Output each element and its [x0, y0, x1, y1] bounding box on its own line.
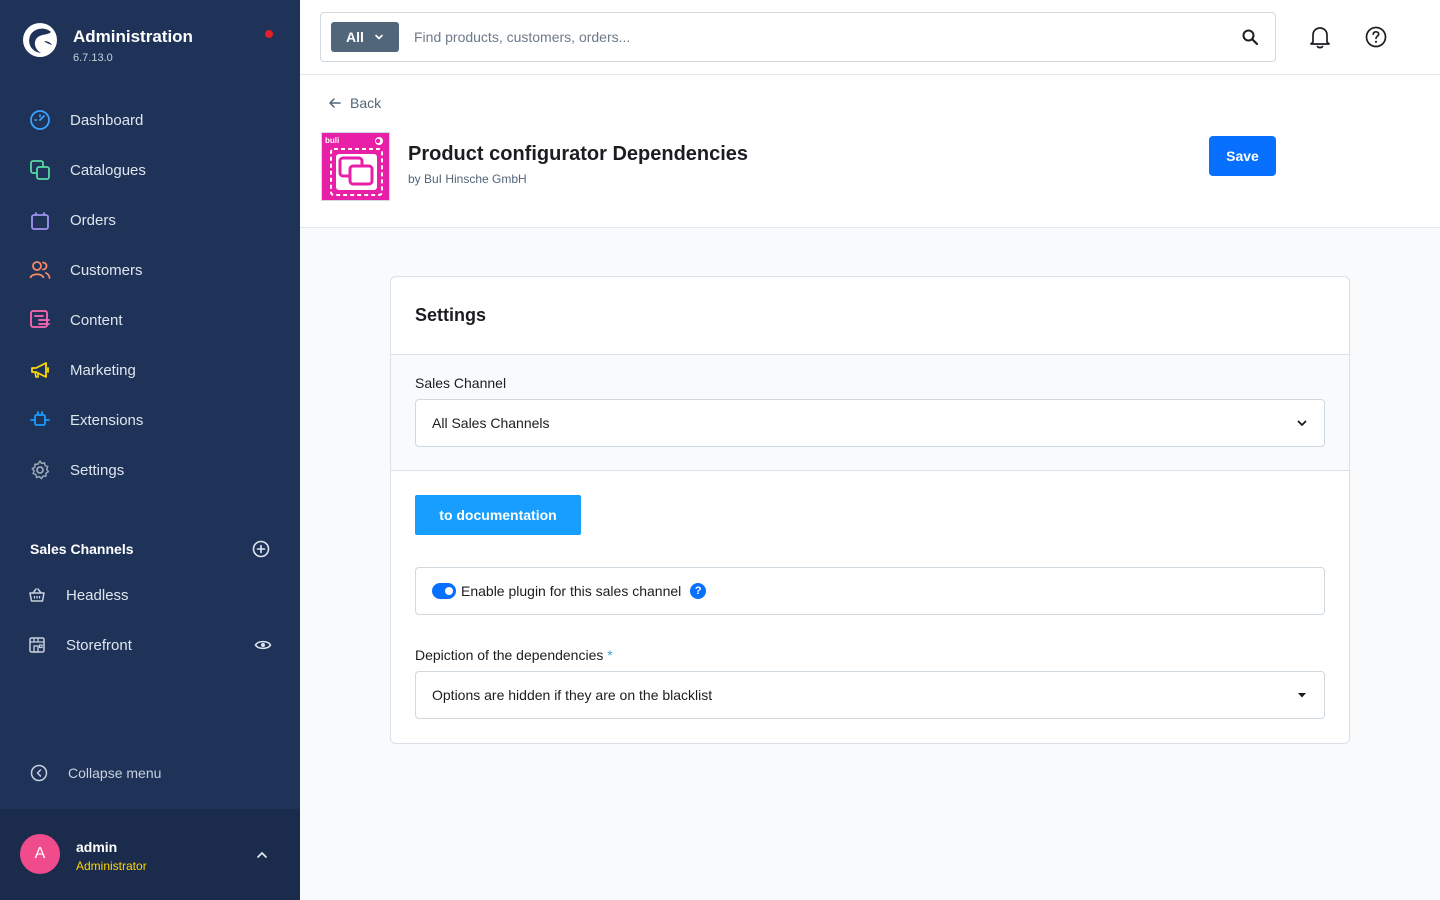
sidebar: Administration 6.7.13.0 Dashboard Catalo…	[0, 0, 300, 900]
toggle-knob	[445, 587, 453, 595]
dashboard-icon	[28, 108, 52, 132]
chevron-down-icon	[375, 34, 383, 40]
plugin-author: by BuI Hinsche GmbH	[408, 172, 527, 186]
sales-channel-headless[interactable]: Headless	[28, 583, 272, 607]
help-tooltip-icon[interactable]: ?	[690, 583, 707, 599]
app-title: Administration	[73, 27, 193, 46]
catalogue-icon	[28, 158, 52, 182]
page-title: Product configurator Dependencies	[408, 143, 749, 165]
sales-channel-select[interactable]: All Sales Channels	[415, 399, 1325, 447]
page-header: Back buli Product configurator Dependenc…	[300, 75, 1440, 228]
nav-label: Dashboard	[70, 111, 144, 129]
chevron-down-icon	[1298, 693, 1306, 698]
sales-channels-header: Sales Channels	[30, 538, 270, 560]
search-type-label: All	[346, 29, 364, 45]
nav-item-marketing[interactable]: Marketing	[0, 345, 300, 395]
sales-channel-label: Headless	[66, 586, 129, 604]
nav-label: Content	[70, 311, 123, 329]
enable-plugin-label: Enable plugin for this sales channel	[461, 583, 682, 599]
user-name: admin	[76, 839, 118, 855]
search-type-select[interactable]: All	[331, 22, 399, 52]
add-sales-channel-icon[interactable]	[252, 540, 270, 558]
nav-label: Catalogues	[70, 161, 146, 179]
bell-icon[interactable]	[1308, 24, 1332, 50]
collapse-menu-button[interactable]: Collapse menu	[30, 764, 161, 782]
avatar: A	[20, 834, 60, 874]
nav-item-settings[interactable]: Settings	[0, 445, 300, 495]
depiction-label-text: Depiction of the dependencies	[415, 647, 604, 663]
search-icon[interactable]	[1241, 28, 1259, 46]
app-version: 6.7.13.0	[73, 52, 113, 64]
required-mark: *	[607, 647, 613, 663]
nav-label: Marketing	[70, 361, 136, 379]
content-icon	[28, 308, 52, 332]
depiction-label: Depiction of the dependencies *	[415, 647, 613, 663]
help-icon[interactable]	[1364, 25, 1388, 49]
nav-item-dashboard[interactable]: Dashboard	[0, 95, 300, 145]
nav-item-orders[interactable]: Orders	[0, 195, 300, 245]
nav-item-extensions[interactable]: Extensions	[0, 395, 300, 445]
documentation-button[interactable]: to documentation	[415, 495, 581, 535]
enable-plugin-toggle[interactable]	[432, 583, 456, 599]
orders-bag-icon	[28, 208, 52, 232]
top-bar: All	[300, 0, 1440, 75]
nav-item-catalogues[interactable]: Catalogues	[0, 145, 300, 195]
collapse-menu-label: Collapse menu	[68, 765, 162, 781]
save-button[interactable]: Save	[1209, 136, 1276, 176]
nav-label: Extensions	[70, 411, 144, 429]
back-label: Back	[350, 95, 382, 111]
eye-icon[interactable]	[254, 636, 272, 654]
notification-dot	[265, 30, 273, 38]
plugin-logo-text: buli	[325, 136, 339, 145]
settings-card: Settings Sales Channel All Sales Channel…	[390, 276, 1350, 744]
nav-label: Customers	[70, 261, 143, 279]
user-panel[interactable]: A admin Administrator	[0, 809, 300, 900]
extensions-plug-icon	[28, 408, 52, 432]
chevron-up-icon[interactable]	[254, 847, 270, 863]
plugin-logo: buli	[321, 132, 390, 201]
sales-channel-storefront[interactable]: Storefront	[28, 633, 272, 657]
enable-plugin-field: Enable plugin for this sales channel ?	[415, 567, 1325, 615]
card-title: Settings	[415, 305, 487, 325]
sales-channel-value: All Sales Channels	[432, 415, 550, 431]
depiction-select[interactable]: Options are hidden if they are on the bl…	[415, 671, 1325, 719]
nav-item-content[interactable]: Content	[0, 295, 300, 345]
shopware-logo-icon	[23, 23, 57, 57]
nav-item-customers[interactable]: Customers	[0, 245, 300, 295]
sales-channel-section: Sales Channel All Sales Channels	[391, 355, 1349, 471]
main-nav: Dashboard Catalogues Orders Customers Co…	[0, 95, 300, 495]
search-input[interactable]	[414, 29, 1275, 45]
sales-channel-label: Storefront	[66, 636, 132, 654]
sales-channel-label: Sales Channel	[415, 375, 507, 391]
arrow-left-icon	[329, 98, 341, 108]
nav-label: Orders	[70, 211, 116, 229]
depiction-value: Options are hidden if they are on the bl…	[432, 687, 713, 703]
chevron-left-circle-icon	[30, 764, 48, 782]
sales-channels-heading: Sales Channels	[30, 541, 134, 557]
chevron-down-icon	[1297, 420, 1307, 426]
settings-gear-icon	[28, 458, 52, 482]
customers-icon	[28, 258, 52, 282]
marketing-megaphone-icon	[28, 358, 52, 382]
basket-icon	[29, 588, 45, 602]
storefront-icon	[29, 637, 45, 653]
user-role: Administrator	[76, 859, 147, 873]
back-link[interactable]: Back	[328, 95, 381, 111]
global-search: All	[320, 12, 1276, 62]
brand: Administration 6.7.13.0	[22, 22, 193, 64]
nav-label: Settings	[70, 461, 125, 479]
